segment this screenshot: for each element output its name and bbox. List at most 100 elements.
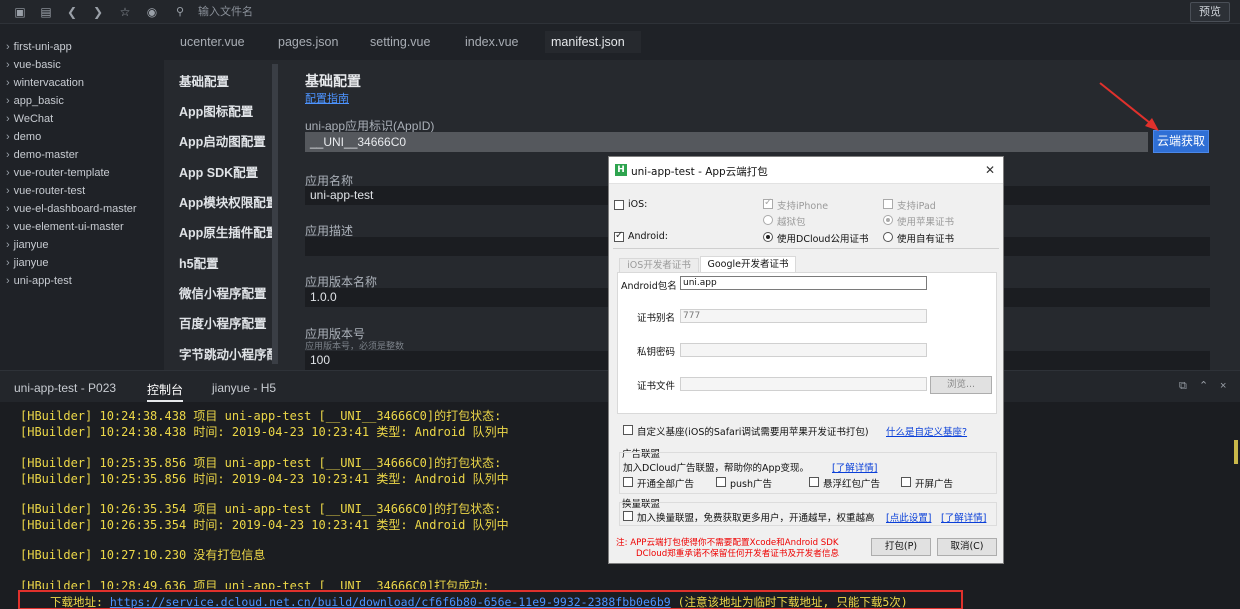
settings-nav-item[interactable]: 百度小程序配置 — [179, 313, 267, 332]
ios-checkbox[interactable] — [614, 200, 624, 210]
chevron-right-icon: › — [6, 185, 10, 197]
guide-link[interactable]: 配置指南 — [305, 90, 349, 106]
settings-nav-item[interactable]: 微信小程序配置 — [179, 283, 267, 302]
ad-all-label: 开通全部广告 — [637, 479, 695, 490]
sidebar-item-project[interactable]: › demo — [6, 131, 41, 143]
support-ipad-checkbox[interactable] — [883, 199, 893, 209]
swap-set-link[interactable]: [点此设置] — [886, 510, 931, 524]
support-iphone-checkbox[interactable] — [763, 197, 773, 209]
sidebar-item-label: uni-app-test — [13, 275, 72, 287]
sidebar-item-project[interactable]: › vue-el-dashboard-master — [6, 203, 137, 215]
alias-input[interactable]: 777 — [680, 309, 927, 323]
run-icon[interactable]: ◉ — [144, 4, 160, 20]
settings-nav: 基础配置 App图标配置 App启动图配置 App SDK配置 App模块权限配置 App… — [164, 60, 278, 370]
own-cert-radio[interactable] — [883, 232, 893, 242]
swap-learn-more-link[interactable]: [了解详情] — [941, 510, 986, 524]
cancel-button[interactable]: 取消(C) — [937, 538, 997, 556]
apple-cert-label: 使用苹果证书 — [897, 217, 955, 228]
apple-cert-radio[interactable] — [883, 215, 893, 225]
tab-ios-cert[interactable]: iOS开发者证书 — [619, 258, 699, 273]
ad-splash-checkbox[interactable] — [901, 477, 911, 487]
support-ipad-label: 支持iPad — [897, 201, 936, 212]
chevron-right-icon: › — [6, 113, 10, 125]
dialog-close-icon[interactable]: ✕ — [985, 163, 995, 177]
chevron-right-icon: › — [6, 167, 10, 179]
settings-nav-item[interactable]: 基础配置 — [179, 71, 229, 90]
ad-all-checkbox[interactable] — [623, 477, 633, 487]
sidebar-item-project[interactable]: › vue-element-ui-master — [6, 221, 124, 233]
sidebar-item-project[interactable]: › uni-app-test — [6, 275, 72, 287]
dialog-titlebar: H uni-app-test - App云端打包 ✕ — [609, 157, 1003, 184]
key-input[interactable] — [680, 343, 927, 357]
ad-float-label: 悬浮红包广告 — [823, 479, 881, 490]
sidebar-item-project[interactable]: › jianyue — [6, 257, 49, 269]
chevron-up-icon[interactable]: ⌃ — [1199, 379, 1208, 392]
close-icon[interactable]: × — [1220, 380, 1226, 392]
settings-nav-item[interactable]: App启动图配置 — [179, 131, 266, 150]
settings-nav-item[interactable]: 字节跳动小程序配置 — [179, 344, 277, 363]
back-icon[interactable]: ❮ — [64, 4, 80, 20]
sidebar-item-project[interactable]: › vue-basic — [6, 59, 61, 71]
ad-learn-more-link[interactable]: [了解详情] — [832, 460, 877, 474]
dcloud-cert-radio[interactable] — [763, 232, 773, 242]
what-custom-link[interactable]: 什么是自定义基座? — [886, 424, 967, 438]
file-input[interactable] — [680, 377, 927, 391]
sidebar-item-project[interactable]: › WeChat — [6, 113, 53, 125]
pack-button[interactable]: 打包(P) — [871, 538, 931, 556]
download-link[interactable]: https://service.dcloud.net.cn/build/down… — [110, 595, 671, 609]
ios-label: iOS: — [628, 199, 648, 210]
chevron-right-icon: › — [6, 41, 10, 53]
chevron-right-icon: › — [6, 257, 10, 269]
console-tab-console[interactable]: 控制台 — [147, 381, 184, 402]
download-line: 下载地址: https://service.dcloud.net.cn/buil… — [50, 594, 908, 609]
ad-float-checkbox[interactable] — [809, 477, 819, 487]
divider — [613, 248, 999, 249]
settings-nav-item[interactable]: App模块权限配置 — [179, 192, 278, 211]
star-icon[interactable]: ☆ — [117, 4, 133, 20]
search-input[interactable] — [176, 3, 476, 21]
restore-icon[interactable]: ⧉ — [1179, 380, 1187, 393]
android-checkbox[interactable] — [614, 230, 624, 242]
console-tab-jianyue[interactable]: jianyue - H5 — [212, 381, 276, 395]
pkg-input[interactable]: uni.app — [680, 276, 927, 290]
swap-checkbox[interactable] — [623, 511, 633, 521]
save-icon[interactable]: ▤ — [38, 4, 54, 20]
custom-base-checkbox[interactable] — [623, 425, 633, 435]
sidebar-item-label: WeChat — [13, 113, 54, 125]
new-file-icon[interactable]: ▣ — [12, 4, 28, 20]
console-line: [HBuilder] 10:24:38.438 时间: 2019-04-23 1… — [20, 425, 509, 439]
appid-field[interactable]: __UNI__34666C0 — [305, 132, 1148, 152]
sidebar-item-label: demo-master — [13, 149, 79, 161]
ad-push-checkbox[interactable] — [716, 477, 726, 487]
tab-setting[interactable]: setting.vue — [364, 31, 436, 53]
tab-google-cert[interactable]: Google开发者证书 — [700, 256, 796, 273]
preview-button[interactable]: 预览 — [1190, 2, 1230, 22]
settings-nav-item[interactable]: App原生插件配置 — [179, 222, 278, 241]
console-line: [HBuilder] 10:26:35.354 时间: 2019-04-23 1… — [20, 518, 509, 532]
sidebar-item-project[interactable]: › app_basic — [6, 95, 64, 107]
sidebar-item-label: vue-basic — [13, 59, 61, 71]
sidebar-item-project[interactable]: › demo-master — [6, 149, 78, 161]
tab-index[interactable]: index.vue — [459, 31, 525, 53]
chevron-right-icon: › — [6, 59, 10, 71]
console-line: [HBuilder] 10:28:49.636 项目 uni-app-test … — [20, 579, 490, 589]
sidebar-item-label: first-uni-app — [13, 41, 72, 53]
tab-pages-json[interactable]: pages.json — [272, 31, 344, 53]
own-cert-label: 使用自有证书 — [897, 234, 955, 245]
sidebar-item-project[interactable]: › wintervacation — [6, 77, 84, 89]
jailbreak-radio[interactable] — [763, 215, 773, 225]
tab-manifest[interactable]: manifest.json — [545, 31, 641, 53]
settings-nav-item[interactable]: h5配置 — [179, 253, 219, 272]
sidebar-item-project[interactable]: › vue-router-test — [6, 185, 85, 197]
sidebar-item-label: app_basic — [13, 95, 64, 107]
browse-button[interactable]: 浏览... — [930, 376, 992, 394]
console-tab-project[interactable]: uni-app-test - P023 — [14, 381, 116, 395]
settings-nav-item[interactable]: App SDK配置 — [179, 162, 258, 181]
tab-ucenter[interactable]: ucenter.vue — [174, 31, 251, 53]
console-line: [HBuilder] 10:24:38.438 项目 uni-app-test … — [20, 409, 502, 423]
forward-icon[interactable]: ❯ — [90, 4, 106, 20]
sidebar-item-project[interactable]: › vue-router-template — [6, 167, 110, 179]
settings-nav-item[interactable]: App图标配置 — [179, 101, 253, 120]
sidebar-item-project[interactable]: › first-uni-app — [6, 41, 72, 53]
sidebar-item-project[interactable]: › jianyue — [6, 239, 49, 251]
